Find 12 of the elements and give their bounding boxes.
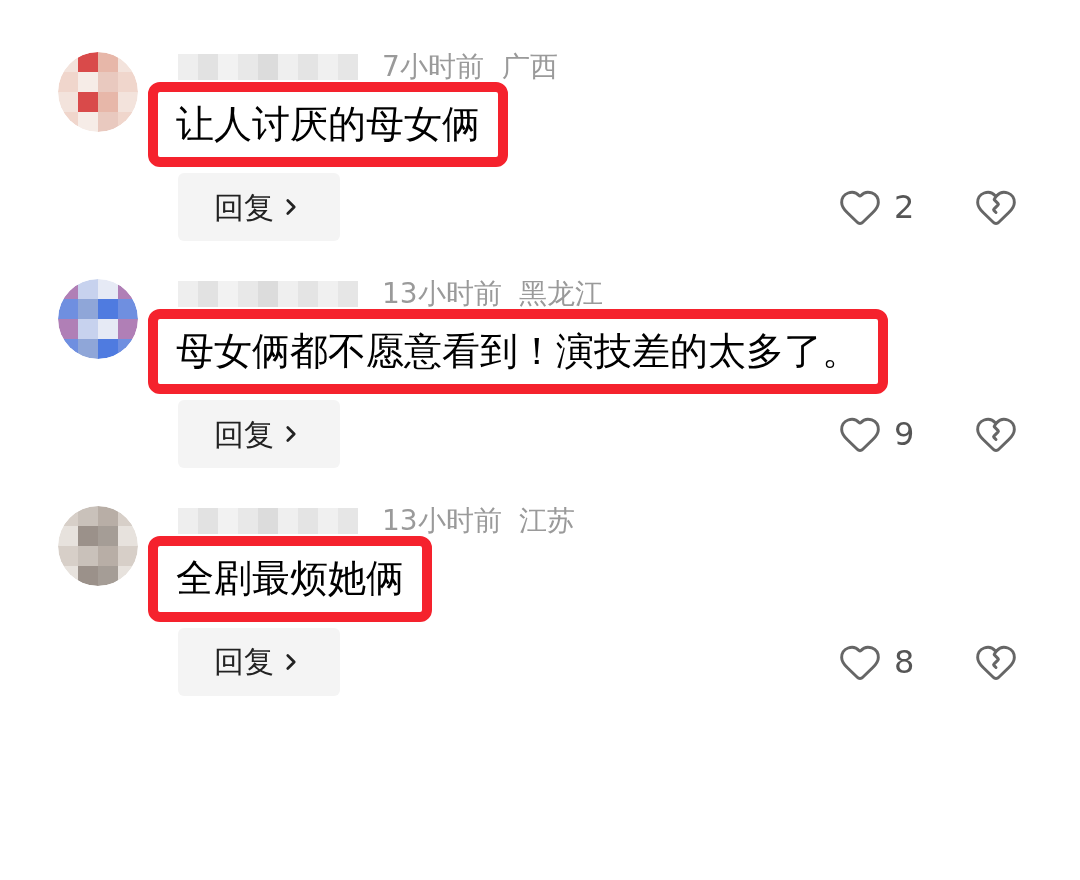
comment-meta: 13小时前 黑龙江: [382, 280, 604, 309]
reply-button[interactable]: 回复: [178, 627, 340, 696]
comment-text: 让人讨厌的母女俩: [176, 101, 480, 148]
comment-meta: 13小时前 江苏: [382, 507, 576, 536]
like-count: 8: [894, 641, 916, 683]
like-count: 2: [894, 187, 916, 229]
comment-meta: 7小时前 广西: [382, 53, 558, 81]
reply-button[interactable]: 回复: [178, 173, 340, 242]
like-count: 9: [894, 414, 916, 456]
comment-text: 母女俩都不愿意看到！演技差的太多了。: [176, 328, 860, 376]
comment-text: 全剧最烦她俩: [176, 555, 404, 603]
reply-button[interactable]: 回复: [178, 400, 340, 469]
